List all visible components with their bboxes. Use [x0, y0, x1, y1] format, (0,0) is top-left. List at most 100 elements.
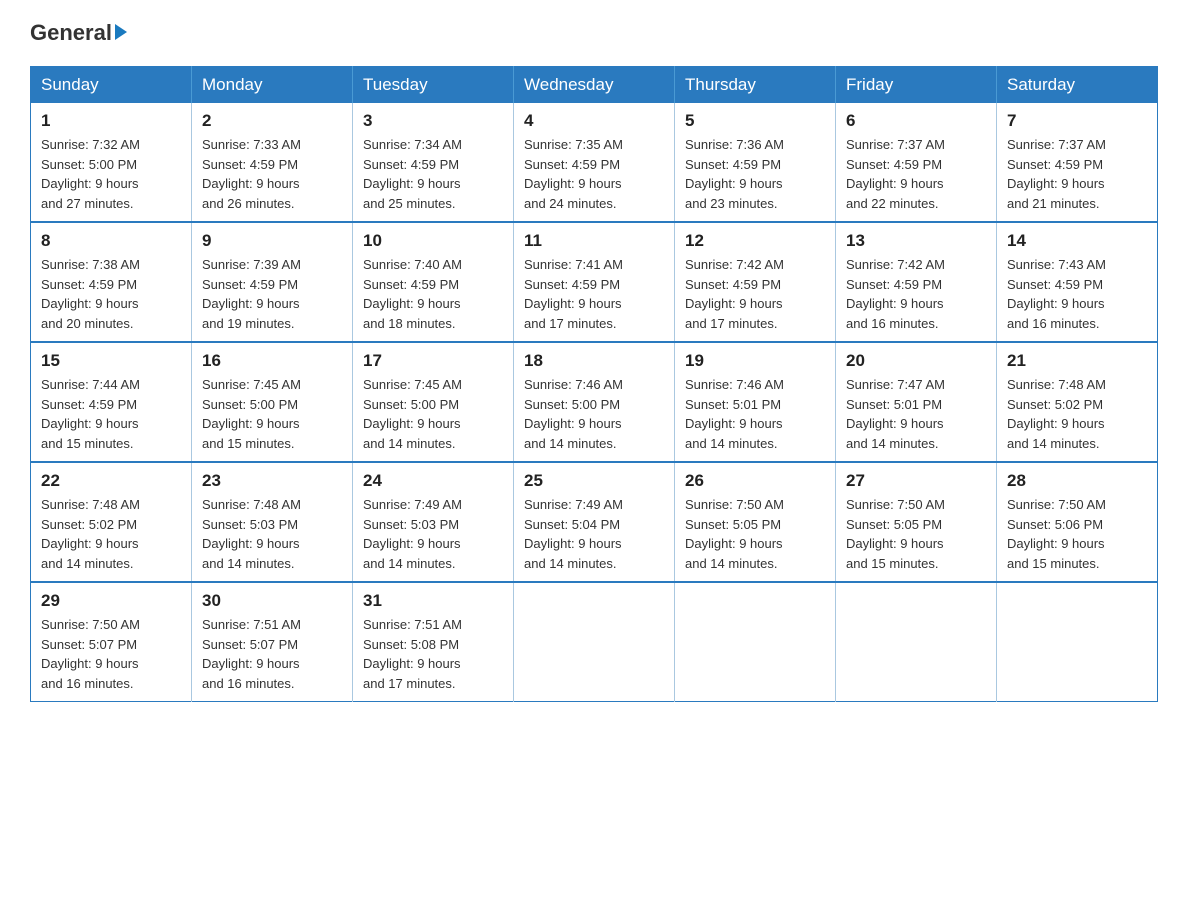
day-info: Sunrise: 7:46 AMSunset: 5:00 PMDaylight:…	[524, 377, 623, 451]
calendar-cell: 22 Sunrise: 7:48 AMSunset: 5:02 PMDaylig…	[31, 462, 192, 582]
day-info: Sunrise: 7:43 AMSunset: 4:59 PMDaylight:…	[1007, 257, 1106, 331]
calendar-cell: 29 Sunrise: 7:50 AMSunset: 5:07 PMDaylig…	[31, 582, 192, 702]
calendar-cell: 12 Sunrise: 7:42 AMSunset: 4:59 PMDaylig…	[675, 222, 836, 342]
calendar-cell: 28 Sunrise: 7:50 AMSunset: 5:06 PMDaylig…	[997, 462, 1158, 582]
calendar-cell: 3 Sunrise: 7:34 AMSunset: 4:59 PMDayligh…	[353, 103, 514, 222]
calendar-cell	[514, 582, 675, 702]
calendar-cell: 14 Sunrise: 7:43 AMSunset: 4:59 PMDaylig…	[997, 222, 1158, 342]
calendar-cell: 10 Sunrise: 7:40 AMSunset: 4:59 PMDaylig…	[353, 222, 514, 342]
calendar-cell: 25 Sunrise: 7:49 AMSunset: 5:04 PMDaylig…	[514, 462, 675, 582]
calendar-cell: 30 Sunrise: 7:51 AMSunset: 5:07 PMDaylig…	[192, 582, 353, 702]
day-number: 10	[363, 231, 503, 251]
calendar-cell: 17 Sunrise: 7:45 AMSunset: 5:00 PMDaylig…	[353, 342, 514, 462]
header-thursday: Thursday	[675, 67, 836, 104]
day-number: 14	[1007, 231, 1147, 251]
day-number: 4	[524, 111, 664, 131]
day-number: 19	[685, 351, 825, 371]
day-number: 29	[41, 591, 181, 611]
day-number: 6	[846, 111, 986, 131]
page-header: General	[30, 20, 1158, 46]
calendar-cell: 1 Sunrise: 7:32 AMSunset: 5:00 PMDayligh…	[31, 103, 192, 222]
day-number: 20	[846, 351, 986, 371]
day-info: Sunrise: 7:51 AMSunset: 5:08 PMDaylight:…	[363, 617, 462, 691]
calendar-cell: 5 Sunrise: 7:36 AMSunset: 4:59 PMDayligh…	[675, 103, 836, 222]
day-number: 18	[524, 351, 664, 371]
day-number: 9	[202, 231, 342, 251]
header-saturday: Saturday	[997, 67, 1158, 104]
day-number: 15	[41, 351, 181, 371]
day-info: Sunrise: 7:47 AMSunset: 5:01 PMDaylight:…	[846, 377, 945, 451]
header-tuesday: Tuesday	[353, 67, 514, 104]
calendar-cell: 19 Sunrise: 7:46 AMSunset: 5:01 PMDaylig…	[675, 342, 836, 462]
calendar-cell	[836, 582, 997, 702]
day-info: Sunrise: 7:40 AMSunset: 4:59 PMDaylight:…	[363, 257, 462, 331]
day-info: Sunrise: 7:33 AMSunset: 4:59 PMDaylight:…	[202, 137, 301, 211]
day-info: Sunrise: 7:48 AMSunset: 5:02 PMDaylight:…	[41, 497, 140, 571]
day-number: 12	[685, 231, 825, 251]
calendar-cell: 20 Sunrise: 7:47 AMSunset: 5:01 PMDaylig…	[836, 342, 997, 462]
calendar-cell: 2 Sunrise: 7:33 AMSunset: 4:59 PMDayligh…	[192, 103, 353, 222]
day-info: Sunrise: 7:32 AMSunset: 5:00 PMDaylight:…	[41, 137, 140, 211]
calendar-cell: 23 Sunrise: 7:48 AMSunset: 5:03 PMDaylig…	[192, 462, 353, 582]
day-info: Sunrise: 7:36 AMSunset: 4:59 PMDaylight:…	[685, 137, 784, 211]
day-number: 1	[41, 111, 181, 131]
day-info: Sunrise: 7:48 AMSunset: 5:02 PMDaylight:…	[1007, 377, 1106, 451]
day-number: 27	[846, 471, 986, 491]
day-number: 5	[685, 111, 825, 131]
day-info: Sunrise: 7:50 AMSunset: 5:05 PMDaylight:…	[685, 497, 784, 571]
day-number: 16	[202, 351, 342, 371]
calendar-cell: 27 Sunrise: 7:50 AMSunset: 5:05 PMDaylig…	[836, 462, 997, 582]
day-number: 22	[41, 471, 181, 491]
week-row-5: 29 Sunrise: 7:50 AMSunset: 5:07 PMDaylig…	[31, 582, 1158, 702]
day-number: 28	[1007, 471, 1147, 491]
header-sunday: Sunday	[31, 67, 192, 104]
day-info: Sunrise: 7:51 AMSunset: 5:07 PMDaylight:…	[202, 617, 301, 691]
day-number: 25	[524, 471, 664, 491]
day-number: 17	[363, 351, 503, 371]
calendar-cell: 11 Sunrise: 7:41 AMSunset: 4:59 PMDaylig…	[514, 222, 675, 342]
header-wednesday: Wednesday	[514, 67, 675, 104]
calendar-cell: 9 Sunrise: 7:39 AMSunset: 4:59 PMDayligh…	[192, 222, 353, 342]
calendar-cell: 24 Sunrise: 7:49 AMSunset: 5:03 PMDaylig…	[353, 462, 514, 582]
logo-general-text: General	[30, 20, 127, 46]
week-row-3: 15 Sunrise: 7:44 AMSunset: 4:59 PMDaylig…	[31, 342, 1158, 462]
day-info: Sunrise: 7:37 AMSunset: 4:59 PMDaylight:…	[1007, 137, 1106, 211]
day-info: Sunrise: 7:35 AMSunset: 4:59 PMDaylight:…	[524, 137, 623, 211]
day-info: Sunrise: 7:44 AMSunset: 4:59 PMDaylight:…	[41, 377, 140, 451]
calendar-cell: 21 Sunrise: 7:48 AMSunset: 5:02 PMDaylig…	[997, 342, 1158, 462]
day-number: 3	[363, 111, 503, 131]
day-info: Sunrise: 7:34 AMSunset: 4:59 PMDaylight:…	[363, 137, 462, 211]
calendar-header-row: SundayMondayTuesdayWednesdayThursdayFrid…	[31, 67, 1158, 104]
week-row-2: 8 Sunrise: 7:38 AMSunset: 4:59 PMDayligh…	[31, 222, 1158, 342]
day-number: 13	[846, 231, 986, 251]
calendar-cell: 15 Sunrise: 7:44 AMSunset: 4:59 PMDaylig…	[31, 342, 192, 462]
day-info: Sunrise: 7:45 AMSunset: 5:00 PMDaylight:…	[202, 377, 301, 451]
day-number: 26	[685, 471, 825, 491]
day-number: 24	[363, 471, 503, 491]
day-info: Sunrise: 7:37 AMSunset: 4:59 PMDaylight:…	[846, 137, 945, 211]
day-info: Sunrise: 7:42 AMSunset: 4:59 PMDaylight:…	[685, 257, 784, 331]
calendar-cell	[997, 582, 1158, 702]
day-number: 30	[202, 591, 342, 611]
day-number: 2	[202, 111, 342, 131]
day-number: 23	[202, 471, 342, 491]
header-monday: Monday	[192, 67, 353, 104]
day-info: Sunrise: 7:46 AMSunset: 5:01 PMDaylight:…	[685, 377, 784, 451]
day-info: Sunrise: 7:48 AMSunset: 5:03 PMDaylight:…	[202, 497, 301, 571]
logo: General	[30, 20, 127, 46]
calendar-cell: 18 Sunrise: 7:46 AMSunset: 5:00 PMDaylig…	[514, 342, 675, 462]
day-number: 7	[1007, 111, 1147, 131]
calendar-table: SundayMondayTuesdayWednesdayThursdayFrid…	[30, 66, 1158, 702]
calendar-cell: 26 Sunrise: 7:50 AMSunset: 5:05 PMDaylig…	[675, 462, 836, 582]
day-info: Sunrise: 7:50 AMSunset: 5:07 PMDaylight:…	[41, 617, 140, 691]
logo-arrow-icon	[115, 24, 127, 40]
day-number: 8	[41, 231, 181, 251]
day-info: Sunrise: 7:41 AMSunset: 4:59 PMDaylight:…	[524, 257, 623, 331]
calendar-cell: 8 Sunrise: 7:38 AMSunset: 4:59 PMDayligh…	[31, 222, 192, 342]
calendar-cell: 4 Sunrise: 7:35 AMSunset: 4:59 PMDayligh…	[514, 103, 675, 222]
calendar-cell: 13 Sunrise: 7:42 AMSunset: 4:59 PMDaylig…	[836, 222, 997, 342]
day-info: Sunrise: 7:49 AMSunset: 5:04 PMDaylight:…	[524, 497, 623, 571]
calendar-cell: 7 Sunrise: 7:37 AMSunset: 4:59 PMDayligh…	[997, 103, 1158, 222]
day-info: Sunrise: 7:38 AMSunset: 4:59 PMDaylight:…	[41, 257, 140, 331]
day-number: 11	[524, 231, 664, 251]
